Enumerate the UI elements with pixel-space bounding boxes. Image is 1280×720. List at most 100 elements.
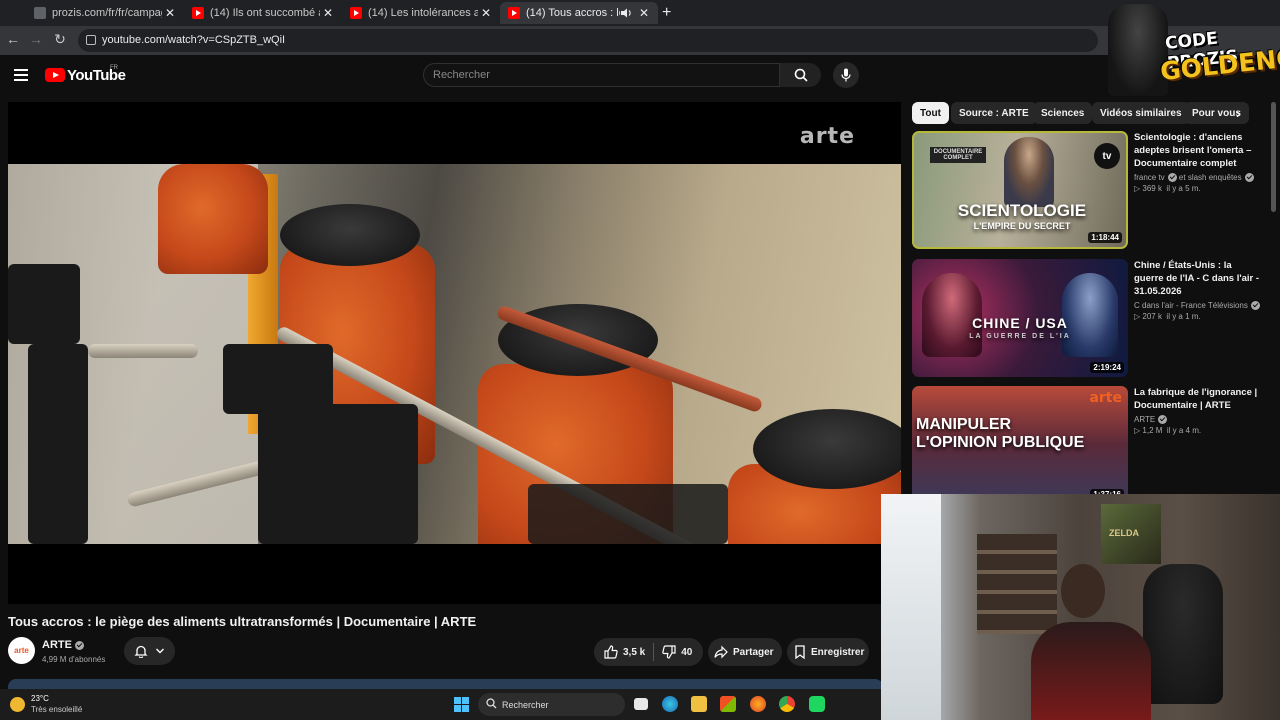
- tab-title: (14) Ils ont succombé au Air fry: [210, 7, 320, 19]
- chrome-icon[interactable]: [779, 696, 795, 712]
- back-icon[interactable]: ←: [3, 31, 23, 47]
- youtube-logo-icon[interactable]: [45, 68, 65, 82]
- task-view-icon[interactable]: [634, 698, 648, 710]
- thumbnail-title: MANIPULER L'OPINION PUBLIQUE: [916, 416, 1085, 451]
- youtube-icon: [350, 7, 362, 19]
- recommended-title[interactable]: La fabrique de l'ignorance | Documentair…: [1134, 386, 1260, 412]
- like-button[interactable]: 3,5 k: [604, 645, 645, 659]
- streamer-head: [1061, 564, 1105, 618]
- views-icon: ▷: [1134, 312, 1141, 322]
- verified-icon: [1244, 173, 1254, 183]
- forward-icon[interactable]: →: [26, 31, 46, 47]
- promo-overlay: CODE PROZIS GOLDENG: [1108, 0, 1280, 100]
- verified-icon: [1167, 173, 1177, 183]
- clamp: [28, 344, 88, 544]
- close-tab-icon[interactable]: ✕: [320, 6, 336, 20]
- firefox-icon[interactable]: [750, 696, 766, 712]
- channel-avatar[interactable]: arte: [8, 637, 35, 664]
- share-button[interactable]: Partager: [708, 638, 782, 666]
- file-explorer-icon[interactable]: [691, 696, 707, 712]
- browser-tab[interactable]: (14) Ils ont succombé au Air fry ✕: [184, 2, 342, 24]
- save-button[interactable]: Enregistrer: [787, 638, 869, 666]
- dislike-button[interactable]: 40: [662, 645, 692, 659]
- search-button[interactable]: [780, 63, 821, 87]
- search-input[interactable]: [424, 64, 764, 86]
- thumbnail-subtitle: LA GUERRE DE L'IA: [969, 333, 1071, 340]
- chip-all[interactable]: Tout: [912, 102, 949, 124]
- site-info-icon[interactable]: [86, 35, 96, 45]
- jar: [158, 164, 268, 274]
- recommended-video[interactable]: CHINE / USA LA GUERRE DE L'IA 2:19:24 Ch…: [912, 259, 1272, 377]
- video-thumbnail[interactable]: arte MANIPULER L'OPINION PUBLIQUE 1:37:1…: [912, 386, 1128, 504]
- verified-icon: [1158, 415, 1168, 425]
- age: il y a 1 m.: [1166, 312, 1201, 322]
- browser-tab[interactable]: prozis.com/fr/fr/campagne/748 ✕: [26, 2, 184, 24]
- windows-taskbar: 23°C Très ensoleillé Rechercher: [0, 689, 881, 720]
- views: 1,2 M: [1142, 426, 1163, 436]
- video-thumbnail[interactable]: DOCUMENTAIRE COMPLET tv SCIENTOLOGIE L'E…: [912, 131, 1128, 249]
- reload-icon[interactable]: ↻: [50, 31, 70, 48]
- share-label: Partager: [733, 646, 774, 658]
- recommended-channel[interactable]: ARTE: [1134, 415, 1260, 425]
- chip-source-arte[interactable]: Source : ARTE: [951, 102, 1037, 124]
- recommended-video[interactable]: DOCUMENTAIRE COMPLET tv SCIENTOLOGIE L'E…: [912, 131, 1272, 249]
- edge-icon[interactable]: [662, 696, 678, 712]
- youtube-header: YouTube FR: [0, 55, 1280, 99]
- jar-lid: [280, 204, 420, 266]
- sun-icon[interactable]: [10, 697, 25, 712]
- browser-tab-active[interactable]: (14) Tous accros : le piège d ✕: [500, 2, 658, 24]
- menu-icon[interactable]: [14, 69, 28, 81]
- channel-extra-text: et slash enquêtes: [1178, 173, 1242, 182]
- close-tab-icon[interactable]: ✕: [162, 6, 178, 20]
- chip-sciences[interactable]: Sciences: [1033, 102, 1093, 124]
- thumbnail-person: [1004, 137, 1054, 207]
- url-field[interactable]: youtube.com/watch?v=CSpZTB_wQiI: [78, 29, 1098, 52]
- divider: [653, 643, 655, 661]
- character-figure: [1108, 4, 1168, 96]
- video-duration: 1:18:44: [1088, 232, 1122, 243]
- weather-temperature[interactable]: 23°C: [31, 694, 49, 703]
- subscriber-count: 4,99 M d'abonnés: [42, 655, 106, 664]
- channel-name[interactable]: ARTE: [42, 639, 84, 651]
- video-meta: Scientologie : d'anciens adeptes brisent…: [1134, 131, 1260, 193]
- microphone-icon: [841, 68, 851, 82]
- bell-icon: [134, 645, 148, 658]
- windows-start-icon[interactable]: [454, 697, 469, 712]
- age: il y a 5 m.: [1166, 184, 1201, 194]
- voice-search-button[interactable]: [833, 62, 859, 88]
- taskbar-search[interactable]: Rechercher: [478, 693, 625, 716]
- browser-tab[interactable]: (14) Les intolérances alimentair ✕: [342, 2, 500, 24]
- recommended-title[interactable]: Chine / États-Unis : la guerre de l'IA -…: [1134, 259, 1260, 298]
- views-icon: ▷: [1134, 184, 1141, 194]
- filter-chips: Tout Source : ARTE Sciences Vidéos simil…: [912, 102, 1252, 124]
- conveyor-rail: [88, 344, 198, 358]
- jar-lid: [753, 409, 901, 489]
- thumbs-down-icon: [662, 645, 676, 659]
- thumbnail-badge: DOCUMENTAIRE COMPLET: [930, 147, 986, 163]
- close-tab-icon[interactable]: ✕: [636, 6, 652, 20]
- search-box[interactable]: [423, 63, 780, 87]
- video-player[interactable]: arte arte: [8, 102, 901, 604]
- chevron-right-icon[interactable]: ›: [1236, 105, 1241, 121]
- search-icon: [794, 68, 808, 82]
- recommended-channel[interactable]: france tv et slash enquêtes: [1134, 173, 1260, 183]
- streamer: [1031, 564, 1171, 720]
- verified-icon: [1250, 301, 1260, 311]
- chip-similar-videos[interactable]: Vidéos similaires: [1092, 102, 1190, 124]
- close-tab-icon[interactable]: ✕: [478, 6, 494, 20]
- store-icon[interactable]: [720, 696, 736, 712]
- video-thumbnail[interactable]: CHINE / USA LA GUERRE DE L'IA 2:19:24: [912, 259, 1128, 377]
- new-tab-icon[interactable]: +: [662, 4, 671, 22]
- recommended-title[interactable]: Scientologie : d'anciens adeptes brisent…: [1134, 131, 1260, 170]
- recommended-channel[interactable]: C dans l'air - France Télévisions: [1134, 301, 1260, 311]
- clamp: [528, 484, 728, 544]
- channel-text: france tv: [1134, 173, 1165, 182]
- recommended-video[interactable]: arte MANIPULER L'OPINION PUBLIQUE 1:37:1…: [912, 386, 1272, 504]
- views-icon: ▷: [1134, 426, 1141, 436]
- browser-tab-bar: prozis.com/fr/fr/campagne/748 ✕ (14) Ils…: [0, 0, 1280, 26]
- arte-logo: arte: [1089, 390, 1122, 406]
- bookmark-icon: [795, 645, 805, 659]
- subscribed-bell-button[interactable]: [124, 637, 175, 665]
- weather-description: Très ensoleillé: [31, 705, 83, 714]
- app-icon[interactable]: [809, 696, 825, 712]
